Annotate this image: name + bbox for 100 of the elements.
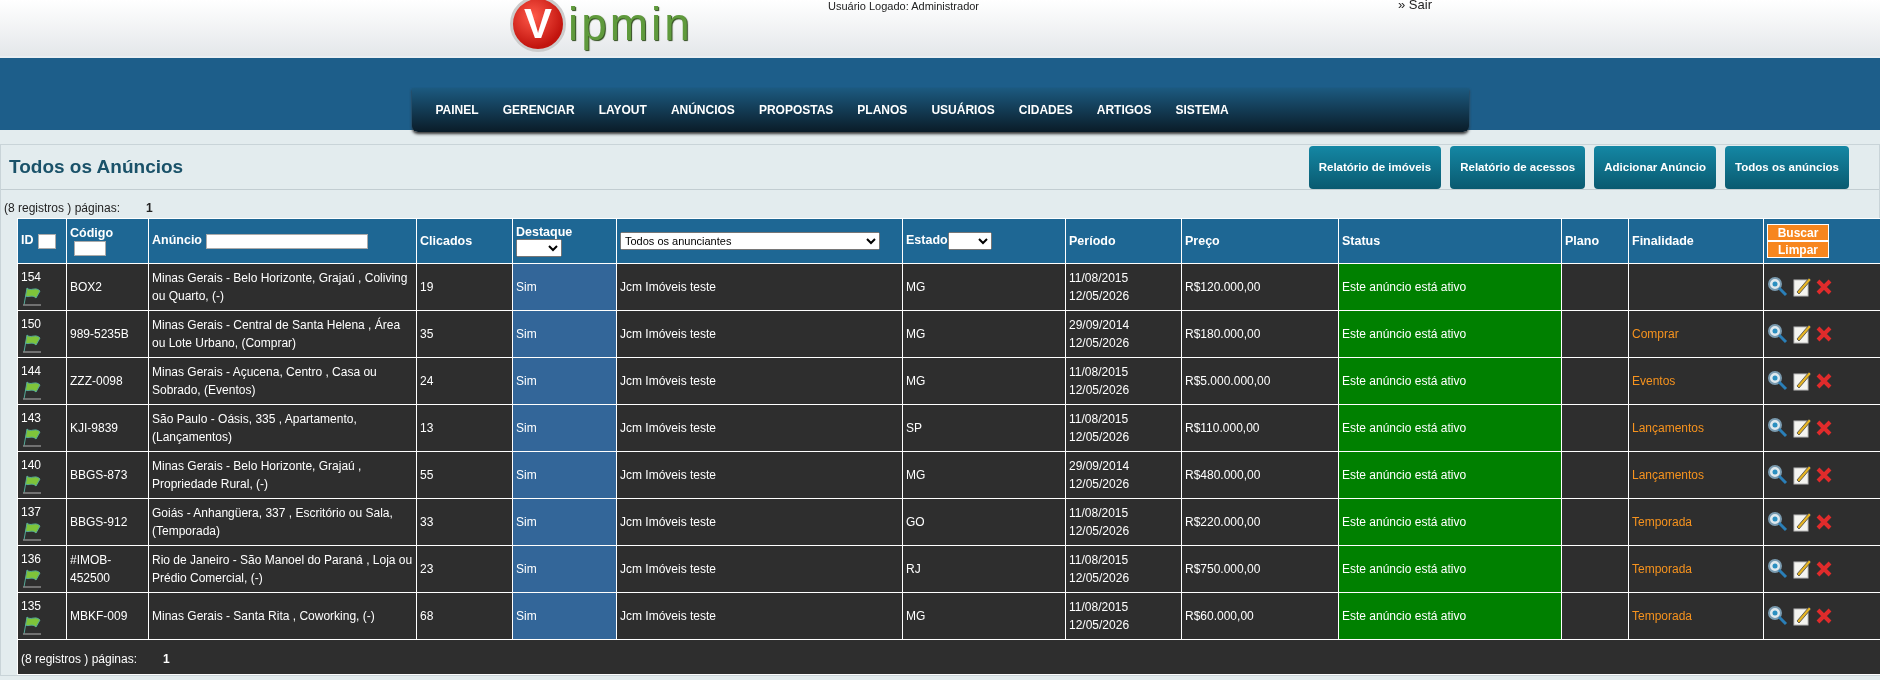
column-label: Estado: [906, 233, 948, 248]
id-text: 143: [21, 410, 43, 427]
nav-item[interactable]: CIDADES: [1006, 103, 1085, 117]
table-cell: 24: [416, 357, 513, 405]
search-icon[interactable]: [1767, 464, 1789, 486]
table-cell: ZZZ-0098: [66, 357, 149, 405]
edit-icon[interactable]: [1792, 323, 1812, 345]
nav-item[interactable]: PROPOSTAS: [746, 103, 846, 117]
start-date: 11/08/2015: [1069, 365, 1129, 379]
start-date: 11/08/2015: [1069, 412, 1129, 426]
table-cell: Jcm Imóveis teste: [616, 451, 903, 499]
action-button[interactable]: Relatório de imóveis: [1308, 145, 1442, 189]
edit-icon[interactable]: [1792, 417, 1812, 439]
featured-cell: Sim: [512, 263, 617, 311]
table-cell: BBGS-912: [66, 498, 149, 546]
end-date: 12/05/2026: [1069, 571, 1130, 585]
table-cell: R$5.000.000,00: [1181, 357, 1339, 405]
search-icon[interactable]: [1767, 276, 1789, 298]
table-cell: Temporada: [1628, 592, 1764, 640]
advertiser-select[interactable]: Todos os anunciantes: [620, 232, 880, 250]
featured-cell: Sim: [512, 451, 617, 499]
search-icon[interactable]: [1767, 558, 1789, 580]
featured-cell: Sim: [512, 592, 617, 640]
table-cell: 35: [416, 310, 513, 358]
status-cell: Este anúncio está ativo: [1338, 357, 1562, 405]
table-cell: Rio de Janeiro - São Manoel do Paraná , Loja ou Prédio Comercial, (-): [148, 545, 417, 593]
table-cell: Minas Gerais - Santa Rita , Coworking, (-): [148, 592, 417, 640]
filter-field[interactable]: [74, 240, 106, 256]
status-cell: Este anúncio está ativo: [1338, 545, 1562, 593]
flag-icon: [21, 333, 43, 353]
featured-cell: Sim: [512, 545, 617, 593]
search-icon[interactable]: [1767, 605, 1789, 627]
filter-field[interactable]: [37, 233, 56, 249]
start-date: 11/08/2015: [1069, 506, 1129, 520]
status-cell: Este anúncio está ativo: [1338, 451, 1562, 499]
table-cell: Temporada: [1628, 498, 1764, 546]
status-cell: Este anúncio está ativo: [1338, 498, 1562, 546]
nav-item[interactable]: USUÁRIOS: [919, 103, 1007, 117]
status-cell: Este anúncio está ativo: [1338, 404, 1562, 452]
action-button[interactable]: Todos os anúncios: [1725, 145, 1849, 189]
logout-link[interactable]: » Sair: [1398, 0, 1432, 12]
edit-icon[interactable]: [1792, 276, 1812, 298]
table-cell: Minas Gerais - Açucena, Centro , Casa ou Sobrado, (Eventos): [148, 357, 417, 405]
table-cell: Jcm Imóveis teste: [616, 498, 903, 546]
table-cell: R$480.000,00: [1181, 451, 1339, 499]
start-date: 11/08/2015: [1069, 553, 1129, 567]
nav-item[interactable]: ARTIGOS: [1084, 103, 1164, 117]
column-label: Período: [1069, 234, 1116, 248]
pagination-text: (8 registros ) páginas:: [21, 652, 138, 666]
table-cell: [1561, 357, 1629, 405]
filter-field[interactable]: [206, 233, 368, 249]
search-icon[interactable]: [1767, 370, 1789, 392]
nav-item[interactable]: PLANOS: [845, 103, 920, 117]
nav-item[interactable]: SISTEMA: [1163, 103, 1241, 117]
page-number[interactable]: 1: [163, 652, 170, 666]
end-date: 12/05/2026: [1069, 336, 1130, 350]
table-cell: 68: [416, 592, 513, 640]
action-button[interactable]: Relatório de acessos: [1450, 145, 1586, 189]
table-cell: #IMOB-452500: [66, 545, 149, 593]
id-text: 154: [21, 269, 43, 286]
column-label: ID: [21, 233, 34, 248]
edit-icon[interactable]: [1792, 370, 1812, 392]
search-icon[interactable]: [1767, 417, 1789, 439]
table-cell: Minas Gerais - Belo Horizonte, Grajaú , Coliving ou Quarto, (-): [148, 263, 417, 311]
flag-icon: [21, 568, 43, 588]
edit-icon[interactable]: [1792, 511, 1812, 533]
filter-select[interactable]: [947, 232, 992, 250]
table-cell: R$180.000,00: [1181, 310, 1339, 358]
featured-cell: Sim: [512, 357, 617, 405]
table-cell: [1561, 310, 1629, 358]
table-cell: Jcm Imóveis teste: [616, 592, 903, 640]
table-cell: Eventos: [1628, 357, 1764, 405]
action-button[interactable]: Adicionar Anúncio: [1594, 145, 1717, 189]
edit-icon[interactable]: [1792, 558, 1812, 580]
nav-item[interactable]: PAINEL: [423, 103, 491, 117]
table-cell: BBGS-873: [66, 451, 149, 499]
start-date: 29/09/2014: [1069, 318, 1130, 332]
nav-item[interactable]: ANÚNCIOS: [658, 103, 747, 117]
start-date: 29/09/2014: [1069, 459, 1130, 473]
table-cell: 23: [416, 545, 513, 593]
table-cell: GO: [902, 498, 1066, 546]
nav-item[interactable]: GERENCIAR: [490, 103, 587, 117]
filter-select[interactable]: [516, 239, 562, 257]
end-date: 12/05/2026: [1069, 430, 1130, 444]
edit-icon[interactable]: [1792, 605, 1812, 627]
edit-icon[interactable]: [1792, 464, 1812, 486]
logo: V ipmin: [510, 0, 693, 52]
flag-icon: [21, 474, 43, 494]
end-date: 12/05/2026: [1069, 289, 1130, 303]
table-cell: Goiás - Anhangüera, 337 , Escritório ou Sala, (Temporada): [148, 498, 417, 546]
table-cell: Minas Gerais - Central de Santa Helena , Área ou Lote Urbano, (Comprar): [148, 310, 417, 358]
status-cell: Este anúncio está ativo: [1338, 263, 1562, 311]
search-icon[interactable]: [1767, 323, 1789, 345]
page-number[interactable]: 1: [146, 201, 153, 215]
table-cell: KJI-9839: [66, 404, 149, 452]
id-text: 150: [21, 316, 43, 333]
nav-item[interactable]: LAYOUT: [586, 103, 659, 117]
search-icon[interactable]: [1767, 511, 1789, 533]
table-cell: Minas Gerais - Belo Horizonte, Grajaú , Propriedade Rural, (-): [148, 451, 417, 499]
status-cell: Este anúncio está ativo: [1338, 310, 1562, 358]
